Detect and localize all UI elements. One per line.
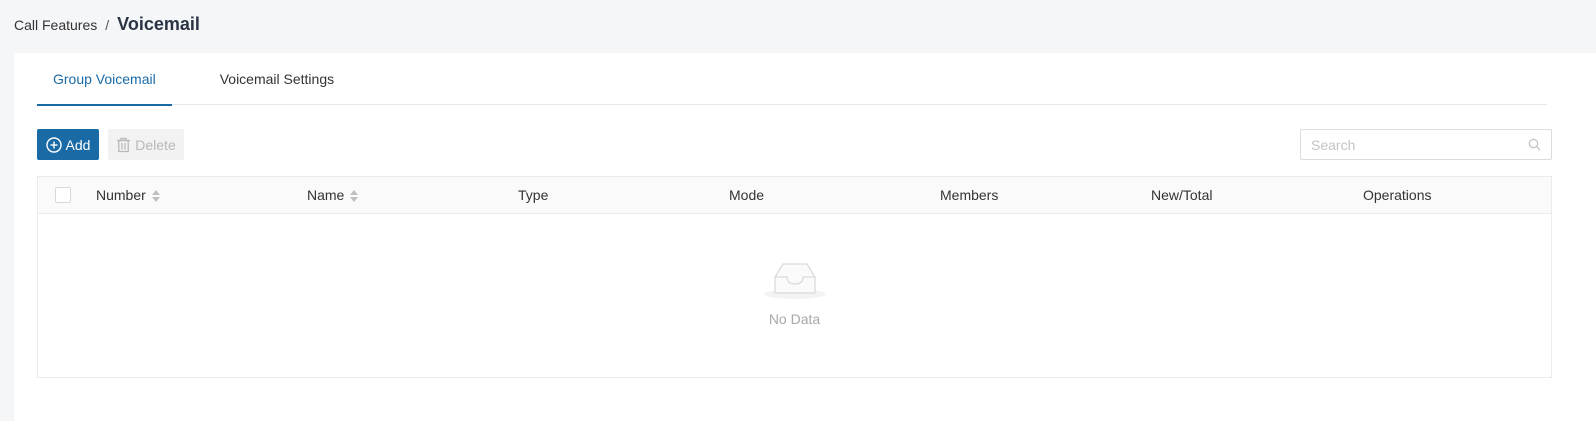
column-label: Type — [518, 187, 549, 203]
empty-state: No Data — [38, 214, 1551, 377]
column-label: Number — [96, 187, 146, 203]
breadcrumb: Call Features / Voicemail — [14, 14, 200, 38]
tab-voicemail-settings[interactable]: Voicemail Settings — [204, 53, 350, 105]
column-header-number[interactable]: Number — [96, 177, 160, 214]
column-label: Name — [307, 187, 345, 203]
column-label: New/Total — [1151, 187, 1213, 203]
delete-button[interactable]: Delete — [108, 129, 184, 160]
voicemail-table: Number Name Type Mode Members New/Total … — [37, 176, 1552, 378]
column-header-members: Members — [940, 177, 998, 214]
tab-group-voicemail[interactable]: Group Voicemail — [37, 53, 172, 106]
content-panel: Group Voicemail Voicemail Settings Add D… — [14, 53, 1596, 421]
column-header-new-total: New/Total — [1151, 177, 1212, 214]
search-box — [1300, 129, 1552, 160]
add-button-label: Add — [65, 136, 91, 153]
select-all-checkbox[interactable] — [55, 187, 71, 203]
inbox-icon — [763, 262, 826, 299]
column-header-operations: Operations — [1363, 177, 1431, 214]
plus-circle-icon — [45, 136, 62, 153]
column-label: Operations — [1363, 187, 1432, 203]
sort-caret-icon[interactable] — [151, 189, 160, 202]
delete-button-label: Delete — [135, 136, 176, 153]
column-label: Mode — [729, 187, 765, 203]
tab-bar: Group Voicemail Voicemail Settings — [37, 53, 1547, 106]
search-input[interactable] — [1301, 130, 1551, 159]
sort-caret-icon[interactable] — [350, 189, 359, 202]
column-header-name[interactable]: Name — [307, 177, 359, 214]
empty-text: No Data — [768, 310, 821, 327]
trash-icon — [117, 137, 131, 152]
table-header: Number Name Type Mode Members New/Total … — [38, 177, 1551, 214]
column-header-mode: Mode — [729, 177, 764, 214]
column-label: Members — [940, 187, 999, 203]
search-icon[interactable] — [1528, 138, 1541, 151]
column-header-type: Type — [518, 177, 548, 214]
page-title: Voicemail — [117, 14, 200, 34]
breadcrumb-separator: / — [105, 17, 110, 33]
add-button[interactable]: Add — [37, 129, 99, 160]
breadcrumb-call-features[interactable]: Call Features — [14, 17, 97, 33]
